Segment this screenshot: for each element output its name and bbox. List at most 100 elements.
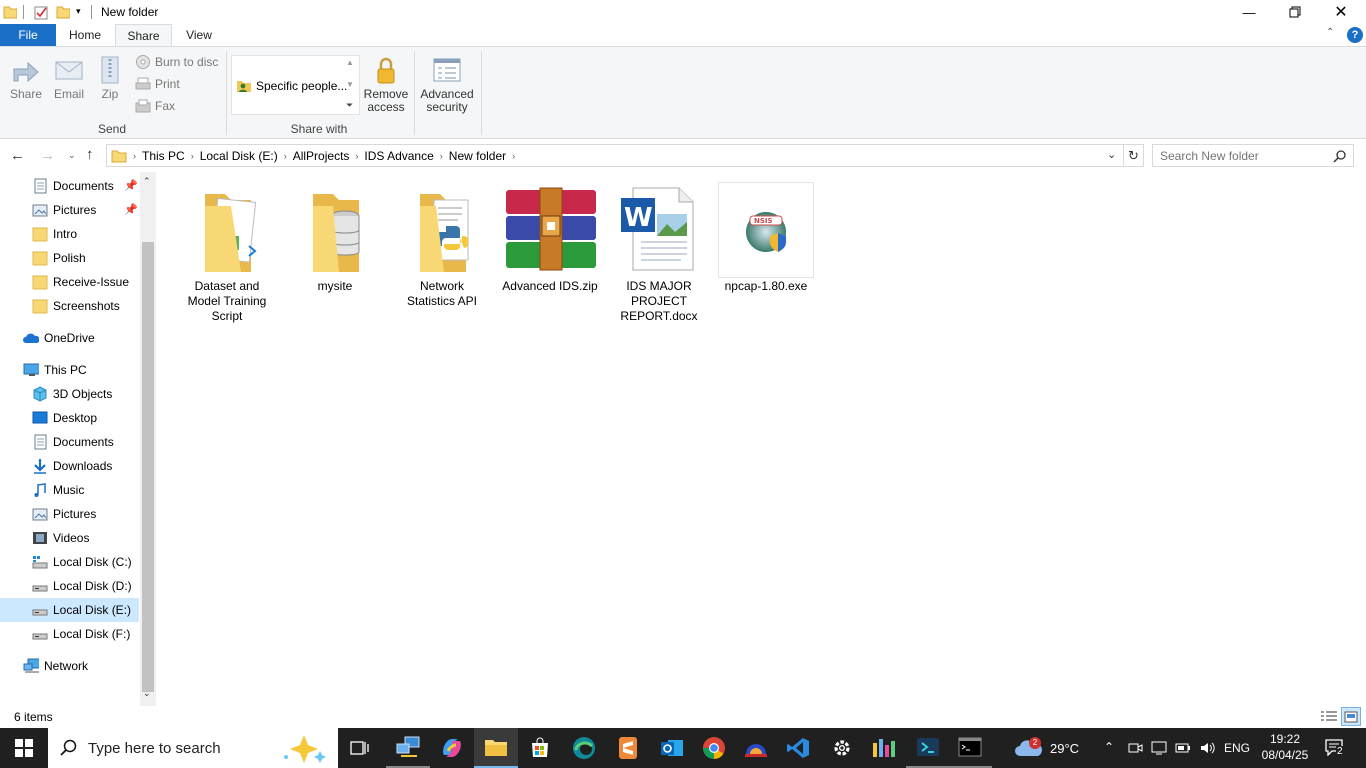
- tab-file[interactable]: File: [0, 24, 56, 46]
- pin-icon[interactable]: 📌: [124, 203, 138, 216]
- taskbar-network-app[interactable]: [386, 728, 430, 768]
- nav-item-downloads[interactable]: Downloads: [32, 454, 112, 478]
- tab-home[interactable]: Home: [56, 24, 114, 46]
- taskbar-outlook[interactable]: [650, 728, 694, 768]
- forward-arrow-icon[interactable]: →: [40, 147, 55, 164]
- nav-item-polish[interactable]: Polish: [32, 246, 86, 270]
- nav-item-music[interactable]: Music: [32, 478, 84, 502]
- file-item-network-statistics-folder[interactable]: Network Statistics API: [392, 186, 492, 309]
- taskbar-chrome[interactable]: [692, 728, 736, 768]
- show-hidden-icons-chevron-icon[interactable]: ⌃: [1104, 740, 1114, 754]
- print-button[interactable]: Print: [135, 76, 180, 92]
- file-item-mysite-folder[interactable]: mysite: [285, 186, 385, 294]
- scroll-up-icon[interactable]: ⌃: [143, 176, 151, 187]
- share-button[interactable]: Share: [6, 55, 46, 101]
- breadcrumb-new-folder[interactable]: New folder: [443, 149, 512, 163]
- scroll-down-icon[interactable]: ⌄: [143, 688, 151, 699]
- nav-item-screenshots[interactable]: Screenshots: [32, 294, 120, 318]
- nav-scrollbar[interactable]: ⌃ ⌄: [140, 172, 156, 706]
- help-icon[interactable]: ?: [1347, 27, 1363, 43]
- maximize-button[interactable]: [1272, 0, 1318, 24]
- weather-widget[interactable]: 2 29°C: [1014, 728, 1079, 768]
- file-item-ids-report-docx[interactable]: W IDS MAJOR PROJECT REPORT.docx: [609, 186, 709, 324]
- properties-icon[interactable]: [33, 4, 49, 20]
- taskbar-vscode[interactable]: [776, 728, 820, 768]
- up-arrow-icon[interactable]: ↑: [86, 146, 94, 163]
- tab-view[interactable]: View: [172, 24, 226, 46]
- taskbar-microsoft-store[interactable]: [518, 728, 562, 768]
- nav-item-pictures-pinned[interactable]: Pictures: [32, 198, 96, 222]
- nav-item-local-disk-c[interactable]: Local Disk (C:): [32, 550, 132, 574]
- notifications-button[interactable]: 2: [1324, 738, 1346, 758]
- taskbar-sublime-text[interactable]: [606, 728, 650, 768]
- meet-now-icon[interactable]: [1127, 741, 1143, 755]
- nav-item-onedrive[interactable]: OneDrive: [23, 326, 95, 350]
- large-icons-view-icon[interactable]: [1341, 707, 1361, 726]
- burn-to-disc-button[interactable]: Burn to disc: [135, 54, 218, 70]
- breadcrumb-ids-advance[interactable]: IDS Advance: [358, 149, 439, 163]
- recent-locations-chevron-icon[interactable]: ⌄: [68, 150, 76, 161]
- taskbar-edge[interactable]: [562, 728, 606, 768]
- nav-item-videos[interactable]: Videos: [32, 526, 89, 550]
- pin-icon[interactable]: 📌: [124, 179, 138, 192]
- details-view-icon[interactable]: [1320, 708, 1338, 725]
- file-item-advanced-ids-zip[interactable]: Advanced IDS.zip: [500, 186, 600, 294]
- fax-button[interactable]: Fax: [135, 98, 175, 114]
- address-bar[interactable]: › This PC › Local Disk (E:) › AllProject…: [106, 144, 1124, 167]
- nav-item-this-pc[interactable]: This PC: [23, 358, 87, 382]
- nav-item-documents[interactable]: Documents: [32, 430, 114, 454]
- taskbar-app-helmet[interactable]: [734, 728, 778, 768]
- file-item-npcap-exe[interactable]: NSIS npcap-1.80.exe: [716, 186, 816, 294]
- taskbar-search-box[interactable]: Type here to search: [48, 728, 338, 768]
- nav-item-desktop[interactable]: Desktop: [32, 406, 97, 430]
- nav-item-documents-pinned[interactable]: Documents: [32, 174, 114, 198]
- battery-icon[interactable]: [1175, 742, 1191, 754]
- search-box[interactable]: [1152, 144, 1354, 167]
- nav-item-local-disk-f[interactable]: Local Disk (F:): [32, 622, 130, 646]
- email-button[interactable]: Email: [50, 55, 88, 101]
- share-with-gallery[interactable]: Specific people... ▲ ▼ ⏷: [231, 55, 360, 115]
- specific-people-item[interactable]: Specific people...: [236, 78, 347, 94]
- customize-quick-access-chevron-icon[interactable]: ▾: [76, 6, 81, 17]
- display-icon[interactable]: [1151, 740, 1167, 756]
- task-view-button[interactable]: [338, 728, 382, 768]
- taskbar-command-prompt[interactable]: [948, 728, 992, 768]
- breadcrumb-chevron-icon[interactable]: ›: [512, 151, 515, 161]
- taskbar-powershell-app[interactable]: [906, 728, 950, 768]
- nav-item-pictures[interactable]: Pictures: [32, 502, 96, 526]
- start-button[interactable]: [0, 728, 48, 768]
- taskbar-copilot-app[interactable]: [430, 728, 474, 768]
- breadcrumb-this-pc[interactable]: This PC: [136, 149, 191, 163]
- zip-button[interactable]: Zip: [94, 55, 126, 101]
- search-input[interactable]: [1160, 148, 1330, 163]
- close-button[interactable]: ✕: [1318, 0, 1364, 24]
- file-item-dataset-folder[interactable]: a Dataset andModel TrainingScript: [177, 186, 277, 324]
- search-icon[interactable]: [1333, 149, 1347, 163]
- nav-item-local-disk-d[interactable]: Local Disk (D:): [32, 574, 132, 598]
- gallery-up-icon[interactable]: ▲: [346, 58, 354, 67]
- minimize-ribbon-chevron-icon[interactable]: ⌃: [1326, 27, 1334, 38]
- nav-item-receive-issue[interactable]: Receive-Issue: [32, 270, 129, 294]
- breadcrumb-local-disk-e[interactable]: Local Disk (E:): [194, 149, 284, 163]
- taskbar-app-chart[interactable]: [862, 728, 906, 768]
- advanced-security-button[interactable]: Advanced security: [418, 55, 476, 114]
- volume-icon[interactable]: [1199, 740, 1215, 756]
- tab-share[interactable]: Share: [115, 24, 172, 47]
- nav-item-local-disk-e[interactable]: Local Disk (E:): [32, 598, 131, 622]
- taskbar-settings[interactable]: [820, 728, 864, 768]
- clock[interactable]: 19:22 08/04/25: [1260, 731, 1310, 763]
- new-folder-icon[interactable]: [56, 4, 70, 20]
- minimize-button[interactable]: —: [1226, 0, 1272, 24]
- address-dropdown-icon[interactable]: ⌄: [1107, 148, 1116, 161]
- back-arrow-icon[interactable]: ←: [10, 147, 25, 164]
- gallery-more-icon[interactable]: ⏷: [346, 100, 353, 111]
- scrollbar-thumb[interactable]: [142, 242, 154, 692]
- nav-item-intro[interactable]: Intro: [32, 222, 77, 246]
- nav-item-network[interactable]: Network: [23, 654, 88, 678]
- gallery-down-icon[interactable]: ▼: [346, 80, 354, 89]
- remove-access-button[interactable]: Remove access: [362, 55, 410, 114]
- breadcrumb-allprojects[interactable]: AllProjects: [287, 149, 356, 163]
- taskbar-file-explorer[interactable]: [474, 728, 518, 768]
- refresh-icon[interactable]: ↻: [1124, 144, 1144, 167]
- nav-item-3d-objects[interactable]: 3D Objects: [32, 382, 112, 406]
